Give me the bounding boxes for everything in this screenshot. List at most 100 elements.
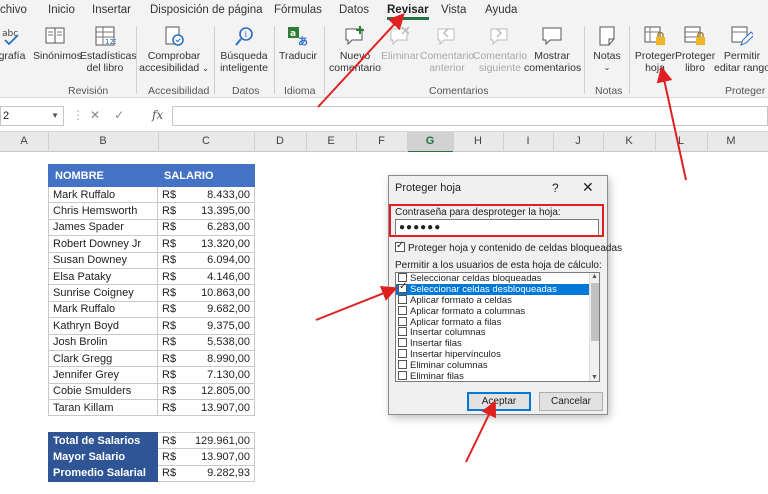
column-header-f[interactable]: F — [356, 135, 407, 147]
checkbox-icon[interactable] — [398, 338, 407, 348]
checkbox-icon[interactable] — [398, 294, 407, 304]
currency-cell[interactable]: R$ — [157, 300, 184, 319]
column-header-a[interactable]: A — [0, 135, 48, 147]
column-header-g[interactable]: G — [407, 135, 453, 147]
total-value-cell[interactable]: 9.282,93 — [183, 464, 255, 483]
cancel-icon[interactable]: ✕ — [90, 108, 114, 122]
currency-cell[interactable]: R$ — [157, 284, 184, 302]
tab-formulas[interactable]: Fórmulas — [274, 4, 322, 16]
comentario-siguiente-button[interactable]: Comentario siguiente — [472, 25, 528, 74]
total-label-cell[interactable]: Mayor Salario — [48, 448, 158, 466]
help-icon[interactable]: ? — [552, 181, 559, 195]
checkbox-icon[interactable] — [398, 305, 407, 315]
checkbox-icon[interactable] — [398, 327, 407, 337]
salary-value-cell[interactable]: 10.863,00 — [183, 284, 255, 302]
proteger-libro-button[interactable]: Proteger libro — [675, 25, 715, 74]
permission-option[interactable]: Eliminar columnas — [396, 360, 599, 371]
close-icon[interactable]: ✕ — [582, 179, 594, 196]
currency-cell[interactable]: R$ — [157, 448, 184, 466]
currency-cell[interactable]: R$ — [157, 267, 184, 286]
employee-name-cell[interactable]: Robert Downey Jr — [48, 235, 158, 253]
permission-option[interactable]: Aplicar formato a columnas — [396, 305, 599, 317]
column-header-l[interactable]: L — [655, 135, 707, 147]
protect-sheet-checkbox[interactable]: Proteger hoja y contenido de celdas bloq… — [395, 240, 622, 254]
notas-button[interactable]: Notas ⌄ — [588, 25, 626, 74]
scroll-up-icon[interactable]: ▲ — [591, 273, 598, 280]
employee-name-cell[interactable]: Taran Killam — [48, 399, 158, 417]
salary-value-cell[interactable]: 8.433,00 — [183, 185, 255, 204]
nuevo-comentario-button[interactable]: Nuevo comentario — [327, 25, 383, 74]
salary-value-cell[interactable]: 6.094,00 — [183, 251, 255, 269]
salary-value-cell[interactable]: 9.375,00 — [183, 317, 255, 335]
currency-cell[interactable]: R$ — [157, 251, 184, 269]
busqueda-inteligente-button[interactable]: i Búsqueda inteligente — [218, 25, 270, 74]
permission-option[interactable]: Insertar columnas — [396, 327, 599, 338]
chevron-down-icon[interactable]: ▼ — [51, 111, 59, 120]
salary-value-cell[interactable]: 9.682,00 — [183, 300, 255, 319]
currency-cell[interactable]: R$ — [157, 333, 184, 351]
eliminar-comentario-button[interactable]: Eliminar — [381, 25, 419, 62]
permission-option[interactable]: Aplicar formato a celdas — [396, 294, 599, 306]
aceptar-button[interactable]: Aceptar — [467, 392, 531, 411]
currency-cell[interactable]: R$ — [157, 349, 184, 368]
currency-cell[interactable]: R$ — [157, 218, 184, 237]
ortografia-button[interactable]: abc grafía — [0, 25, 30, 62]
tab-revisar[interactable]: Revisar — [387, 4, 429, 20]
list-scrollbar[interactable]: ▲ ▼ — [589, 273, 599, 381]
employee-name-cell[interactable]: Mark Ruffalo — [48, 300, 158, 319]
column-header-b[interactable]: B — [48, 135, 158, 147]
total-label-cell[interactable]: Promedio Salarial — [48, 464, 158, 483]
column-header-d[interactable]: D — [254, 135, 306, 147]
permission-option[interactable]: Aplicar formato a filas — [396, 316, 599, 328]
sinonimos-button[interactable]: Sinónimos — [33, 25, 82, 62]
salary-value-cell[interactable]: 5.538,00 — [183, 333, 255, 351]
employee-name-cell[interactable]: Elsa Pataky — [48, 267, 158, 286]
checkbox-icon[interactable] — [398, 360, 407, 370]
currency-cell[interactable]: R$ — [157, 366, 184, 384]
permitir-editar-rangos-button[interactable]: Permitir editar rangos — [714, 25, 768, 74]
currency-cell[interactable]: R$ — [157, 382, 184, 401]
employee-name-cell[interactable]: Chris Hemsworth — [48, 202, 158, 220]
employee-name-cell[interactable]: Kathryn Boyd — [48, 317, 158, 335]
salary-value-cell[interactable]: 13.320,00 — [183, 235, 255, 253]
mostrar-comentarios-button[interactable]: Mostrar comentarios — [524, 25, 581, 74]
insert-function-icon[interactable]: fx — [152, 108, 163, 122]
checkbox-icon[interactable] — [398, 371, 407, 381]
permission-option[interactable]: Insertar filas — [396, 338, 599, 349]
tab-datos[interactable]: Datos — [339, 4, 369, 16]
employee-name-cell[interactable]: James Spader — [48, 218, 158, 237]
currency-cell[interactable]: R$ — [157, 317, 184, 335]
proteger-hoja-button[interactable]: Proteger hoja — [633, 25, 677, 74]
estadisticas-libro-button[interactable]: 123 Estadísticas del libro — [80, 25, 137, 74]
employee-name-cell[interactable]: Clark Gregg — [48, 349, 158, 368]
column-header-h[interactable]: H — [453, 135, 503, 147]
currency-cell[interactable]: R$ — [157, 431, 184, 450]
salary-value-cell[interactable]: 13.907,00 — [183, 399, 255, 417]
tab-inicio[interactable]: Inicio — [48, 4, 75, 16]
currency-cell[interactable]: R$ — [157, 464, 184, 483]
checkbox-icon[interactable] — [398, 349, 407, 359]
checkbox-checked-icon[interactable] — [395, 240, 405, 252]
employee-name-cell[interactable]: Mark Ruffalo — [48, 185, 158, 204]
header-nombre[interactable]: NOMBRE — [48, 164, 158, 187]
column-header-j[interactable]: J — [553, 135, 603, 147]
employee-name-cell[interactable]: Josh Brolin — [48, 333, 158, 351]
permission-option[interactable]: Eliminar filas — [396, 371, 599, 381]
tab-insertar[interactable]: Insertar — [92, 4, 131, 16]
permission-option[interactable]: Seleccionar celdas bloqueadas — [396, 273, 599, 284]
tab-disposicion-pagina[interactable]: Disposición de página — [150, 4, 263, 16]
worksheet-grid[interactable]: NOMBRE SALARIO Mark Ruffalo R$ 8.433,00 Chr… — [0, 152, 768, 494]
scroll-down-icon[interactable]: ▼ — [591, 374, 598, 381]
tab-archivo[interactable]: chivo — [0, 4, 27, 16]
salary-value-cell[interactable]: 12.805,00 — [183, 382, 255, 401]
checkbox-icon[interactable] — [398, 316, 407, 326]
permission-option[interactable]: Seleccionar celdas desbloqueadas — [396, 282, 599, 295]
column-header-m[interactable]: M — [707, 135, 755, 147]
currency-cell[interactable]: R$ — [157, 235, 184, 253]
cancelar-button[interactable]: Cancelar — [539, 392, 603, 411]
salary-value-cell[interactable]: 6.283,00 — [183, 218, 255, 237]
name-box[interactable]: 2 ▼ — [0, 106, 64, 126]
comprobar-accesibilidad-button[interactable]: Comprobar accesibilidad ⌄ — [138, 25, 210, 75]
currency-cell[interactable]: R$ — [157, 399, 184, 417]
traducir-button[interactable]: aあ Traducir — [278, 25, 318, 62]
